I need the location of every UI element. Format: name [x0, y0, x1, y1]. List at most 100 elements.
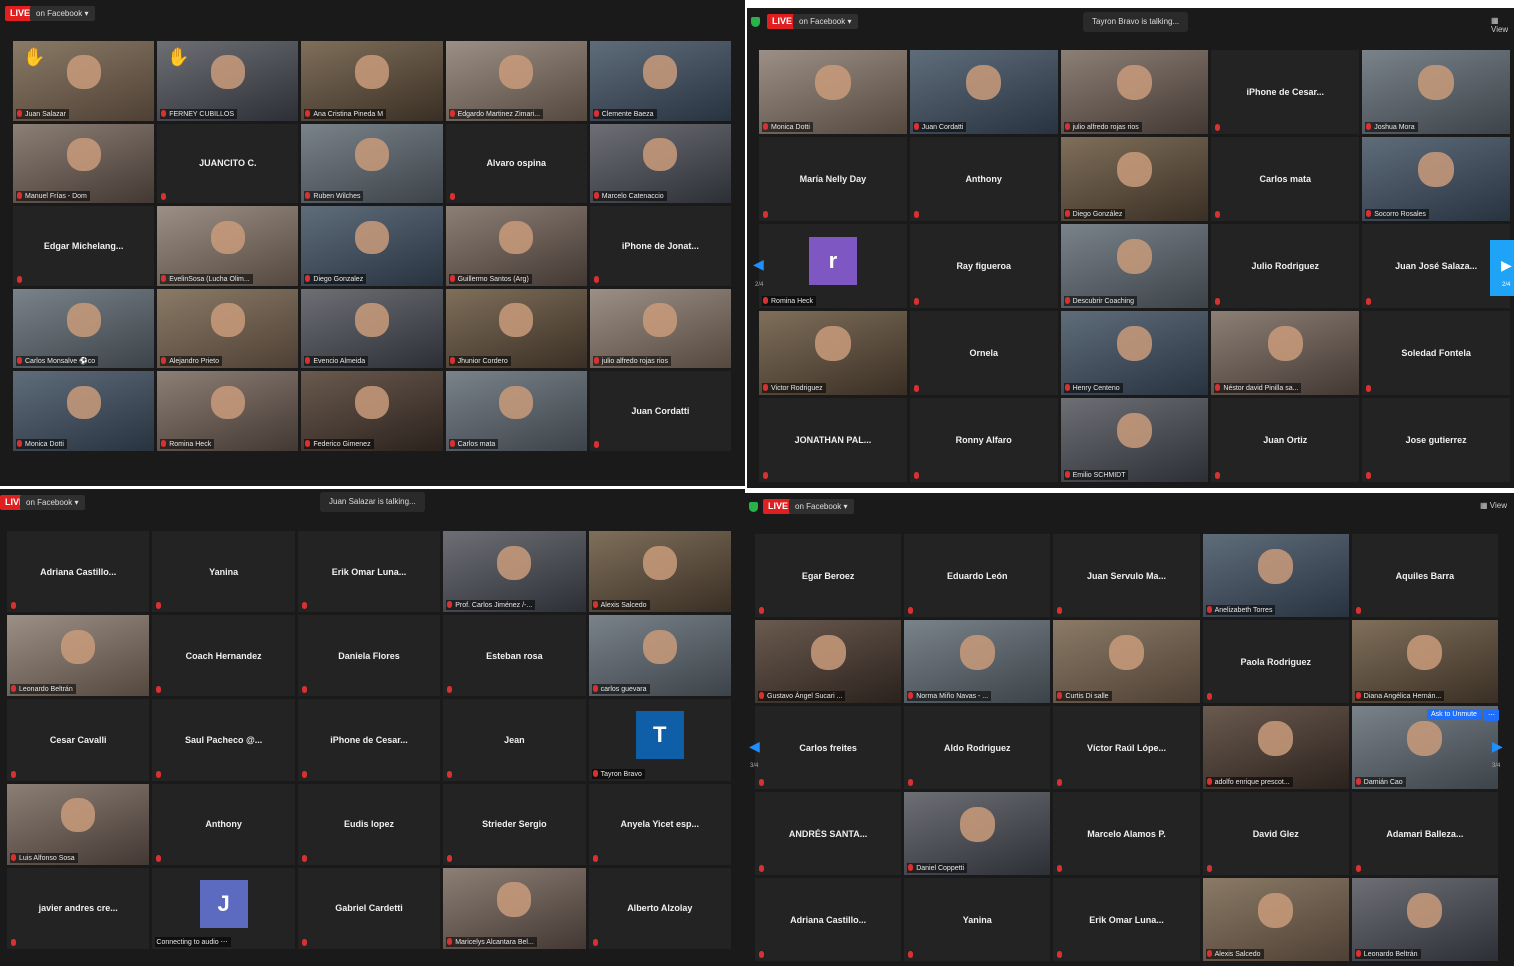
participant-tile[interactable]: Juan Servulo Ma... — [1053, 534, 1200, 617]
facebook-dropdown[interactable]: on Facebook — [20, 495, 85, 510]
participant-tile[interactable]: Aquiles Barra — [1351, 534, 1498, 617]
participant-tile[interactable]: David Glez — [1202, 792, 1349, 875]
participant-tile[interactable]: T Tayron Bravo — [588, 699, 731, 781]
participant-tile[interactable]: Yanina — [904, 878, 1051, 961]
participant-tile[interactable]: Anyela Yicet esp... — [588, 783, 731, 865]
participant-tile[interactable]: Juan Cordatti — [589, 371, 731, 451]
participant-tile[interactable]: ANDRÉS SANTA... — [755, 792, 902, 875]
participant-tile[interactable]: Eudis lopez — [297, 783, 441, 865]
participant-tile[interactable]: Diana Angélica Hernán... — [1351, 620, 1498, 703]
participant-tile[interactable]: iPhone de Cesar... — [297, 699, 441, 781]
participant-tile[interactable]: Strieder Sergio — [443, 783, 586, 865]
participant-tile[interactable]: Marcelo Alamos P. — [1053, 792, 1200, 875]
participant-tile[interactable]: Anelizabeth Torres — [1202, 534, 1349, 617]
participant-tile[interactable]: Alejandro Prieto — [157, 288, 299, 369]
participant-tile[interactable]: Carlos Monsalve ⚽co — [13, 288, 155, 369]
participant-tile[interactable]: Adamari Balleza... — [1351, 792, 1498, 875]
participant-tile[interactable]: Alexis Salcedo — [1202, 878, 1349, 961]
participant-tile[interactable]: Jean — [443, 699, 586, 781]
participant-tile[interactable]: María Nelly Day — [759, 137, 907, 221]
participant-tile[interactable]: Leonardo Beltrán — [1351, 878, 1498, 961]
facebook-dropdown[interactable]: on Facebook — [30, 6, 95, 21]
facebook-dropdown[interactable]: on Facebook — [789, 499, 854, 514]
participant-tile[interactable]: Descubrir Coaching — [1060, 224, 1209, 308]
participant-tile[interactable]: Paola Rodriguez — [1202, 620, 1349, 703]
participant-tile[interactable]: Juan José Salaza... — [1362, 224, 1510, 308]
participant-tile[interactable]: Carlos mata — [445, 371, 587, 451]
participant-tile[interactable]: Gabriel Cardetti — [297, 867, 441, 949]
participant-tile[interactable]: JONATHAN PAL... — [759, 398, 907, 482]
participant-tile[interactable]: r Romina Heck — [759, 224, 907, 308]
participant-tile[interactable]: carlos guevara — [588, 615, 731, 697]
security-shield-icon[interactable] — [749, 502, 758, 512]
participant-tile[interactable]: Erik Omar Luna... — [1053, 878, 1200, 961]
previous-page-arrow-icon[interactable]: ◀ — [753, 256, 764, 273]
participant-tile[interactable]: Alvaro ospina — [445, 123, 587, 204]
participant-tile[interactable]: Monica Dotti — [13, 371, 155, 451]
participant-tile[interactable]: Maricelys Alcantara Bel... — [443, 867, 586, 949]
participant-tile[interactable]: Joshua Mora — [1362, 50, 1510, 134]
participant-tile[interactable]: Juan Cordatti — [909, 50, 1058, 134]
participant-tile[interactable]: Guillermo Santos (Arg) — [445, 206, 587, 286]
participant-tile[interactable]: Clemente Baeza — [589, 41, 731, 121]
participant-tile[interactable]: adolfo enrique prescot... — [1202, 706, 1349, 789]
participant-tile[interactable]: ✋ Juan Salazar — [13, 41, 155, 121]
participant-tile[interactable]: Monica Dotti — [759, 50, 907, 134]
participant-tile[interactable]: Ruben Wilches — [301, 123, 443, 204]
participant-tile[interactable]: Alberto Alzolay — [588, 867, 731, 949]
view-button[interactable]: ▦ View — [1491, 16, 1514, 34]
facebook-dropdown[interactable]: on Facebook — [793, 14, 858, 29]
participant-tile[interactable]: Prof. Carlos Jiménez /-... — [443, 531, 586, 613]
participant-tile[interactable]: Daniel Coppetti — [904, 792, 1051, 875]
participant-tile[interactable]: Diego Gonzalez — [301, 206, 443, 286]
participant-tile[interactable]: Anthony — [152, 783, 295, 865]
participant-tile[interactable]: Henry Centeno — [1060, 311, 1209, 395]
participant-tile[interactable]: Luis Alfonso Sosa — [7, 783, 150, 865]
participant-tile[interactable]: Víctor Raúl Lópe... — [1053, 706, 1200, 789]
participant-tile[interactable]: javier andres cre... — [7, 867, 150, 949]
participant-tile[interactable]: Coach Hernandez — [152, 615, 295, 697]
participant-tile[interactable]: Daniela Flores — [297, 615, 441, 697]
participant-tile[interactable]: Eduardo León — [904, 534, 1051, 617]
ask-to-unmute-button[interactable]: Ask to Unmute — [1427, 709, 1481, 720]
participant-tile[interactable]: Socorro Rosales — [1362, 137, 1510, 221]
participant-tile[interactable]: Ray figueroa — [909, 224, 1058, 308]
participant-tile[interactable]: Federico Gimenez — [301, 371, 443, 451]
participant-tile[interactable]: Esteban rosa — [443, 615, 586, 697]
participant-tile[interactable]: Ronny Alfaro — [909, 398, 1058, 482]
participant-tile[interactable]: Norma Miño Navas - ... — [904, 620, 1051, 703]
participant-tile[interactable]: Adriana Castillo... — [755, 878, 902, 961]
participant-tile[interactable]: Soledad Fontela — [1362, 311, 1510, 395]
participant-tile[interactable]: Carlos freites — [755, 706, 902, 789]
participant-tile[interactable]: Romina Heck — [157, 371, 299, 451]
participant-tile[interactable]: Edgardo Martinez Zimari... — [445, 41, 587, 121]
participant-tile[interactable]: Néstor david Pinilla sa... — [1211, 311, 1360, 395]
participant-tile[interactable]: Jose gutierrez — [1362, 398, 1510, 482]
participant-tile[interactable]: Adriana Castillo... — [7, 531, 150, 613]
participant-tile[interactable]: Edgar Michelang... — [13, 206, 155, 286]
participant-tile[interactable]: Curtis Di salle — [1053, 620, 1200, 703]
participant-tile[interactable]: Jhunior Cordero — [445, 288, 587, 369]
next-page-arrow-icon[interactable]: ▶ — [1492, 738, 1503, 755]
previous-page-arrow-icon[interactable]: ◀ — [749, 738, 760, 755]
participant-tile[interactable]: Manuel Frías - Dom — [13, 123, 155, 204]
participant-tile[interactable]: Leonardo Beltrán — [7, 615, 150, 697]
participant-tile[interactable]: Julio Rodriguez — [1211, 224, 1360, 308]
participant-tile[interactable]: Alexis Salcedo — [588, 531, 731, 613]
participant-tile[interactable]: EvelinSosa (Lucha Olim... — [157, 206, 299, 286]
participant-tile[interactable]: Saul Pacheco @... — [152, 699, 295, 781]
participant-tile[interactable]: julio alfredo rojas rios — [1060, 50, 1209, 134]
next-page-arrow-icon[interactable]: ▶ — [1501, 257, 1512, 274]
participant-tile[interactable]: Carlos mata — [1211, 137, 1360, 221]
security-shield-icon[interactable] — [751, 17, 760, 27]
participant-tile[interactable]: JUANCITO C. — [157, 123, 299, 204]
participant-tile[interactable]: Evencio Almeida — [301, 288, 443, 369]
participant-tile[interactable]: Juan Ortiz — [1211, 398, 1360, 482]
participant-tile[interactable]: Egar Beroez — [755, 534, 902, 617]
participant-tile[interactable]: ✋ FERNEY CUBILLOS — [157, 41, 299, 121]
participant-tile[interactable]: iPhone de Jonat... — [589, 206, 731, 286]
participant-tile[interactable]: Marcelo Catenaccio — [589, 123, 731, 204]
participant-tile[interactable]: Aldo Rodriguez — [904, 706, 1051, 789]
view-button[interactable]: ▦ View — [1480, 501, 1507, 510]
participant-tile[interactable]: Anthony — [909, 137, 1058, 221]
